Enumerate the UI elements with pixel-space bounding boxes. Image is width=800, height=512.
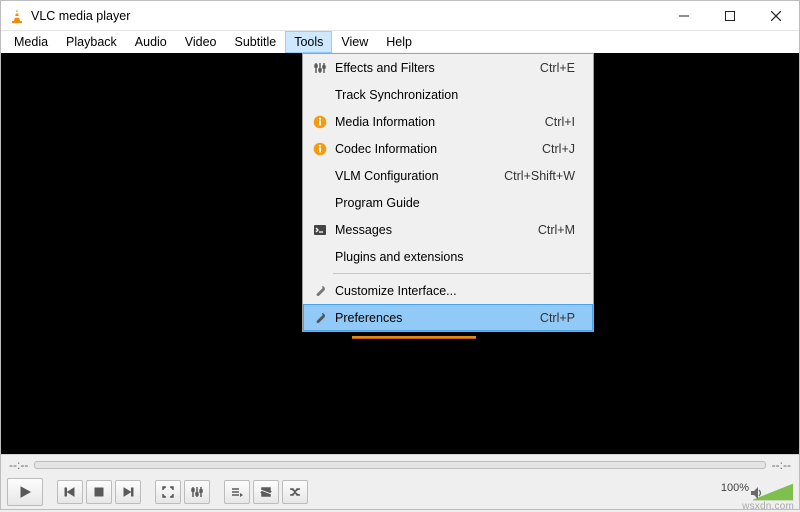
volume-slider-icon[interactable] <box>753 482 793 502</box>
menuitem-shortcut: Ctrl+I <box>545 115 575 129</box>
menu-view[interactable]: View <box>332 31 377 53</box>
time-elapsed: --:-- <box>9 458 28 472</box>
menuitem-plugins[interactable]: Plugins and extensions <box>303 243 593 270</box>
volume-percent: 100% <box>721 482 749 494</box>
menuitem-media-info[interactable]: Media Information Ctrl+I <box>303 108 593 135</box>
menu-label: Video <box>185 35 217 49</box>
menuitem-shortcut: Ctrl+Shift+W <box>504 169 575 183</box>
menuitem-shortcut: Ctrl+J <box>542 142 575 156</box>
tools-dropdown: Effects and Filters Ctrl+E Track Synchro… <box>302 53 594 332</box>
info-icon <box>309 115 331 129</box>
next-button[interactable] <box>115 480 141 504</box>
vlc-cone-icon <box>9 8 25 24</box>
menu-audio[interactable]: Audio <box>126 31 176 53</box>
menuitem-label: Messages <box>335 223 538 237</box>
menuitem-vlm-config[interactable]: VLM Configuration Ctrl+Shift+W <box>303 162 593 189</box>
menuitem-codec-info[interactable]: Codec Information Ctrl+J <box>303 135 593 162</box>
playlist-button[interactable] <box>224 480 250 504</box>
timebar: --:-- --:-- <box>1 455 799 475</box>
menuitem-preferences[interactable]: Preferences Ctrl+P <box>303 304 593 331</box>
play-button[interactable] <box>7 478 43 506</box>
menuitem-label: Preferences <box>335 311 540 325</box>
menubar: Media Playback Audio Video Subtitle Tool… <box>1 31 799 53</box>
loop-button[interactable] <box>253 480 279 504</box>
menuitem-label: Program Guide <box>335 196 575 210</box>
splash-cone-edge <box>352 336 476 341</box>
menu-label: View <box>341 35 368 49</box>
menu-help[interactable]: Help <box>377 31 421 53</box>
menu-media[interactable]: Media <box>5 31 57 53</box>
menuitem-label: Codec Information <box>335 142 542 156</box>
menuitem-label: Track Synchronization <box>335 88 575 102</box>
prev-button[interactable] <box>57 480 83 504</box>
titlebar: VLC media player <box>1 1 799 31</box>
ext-settings-button[interactable] <box>184 480 210 504</box>
menu-playback[interactable]: Playback <box>57 31 126 53</box>
info-icon <box>309 142 331 156</box>
menu-label: Subtitle <box>235 35 277 49</box>
menuitem-customize-interface[interactable]: Customize Interface... <box>303 277 593 304</box>
time-remaining: --:-- <box>772 458 791 472</box>
minimize-button[interactable] <box>661 1 707 31</box>
menu-tools[interactable]: Tools <box>285 31 332 53</box>
menu-subtitle[interactable]: Subtitle <box>226 31 286 53</box>
menuitem-track-sync[interactable]: Track Synchronization <box>303 81 593 108</box>
menu-video[interactable]: Video <box>176 31 226 53</box>
menuitem-label: Media Information <box>335 115 545 129</box>
menu-separator <box>333 273 591 274</box>
shuffle-button[interactable] <box>282 480 308 504</box>
menu-label: Playback <box>66 35 117 49</box>
menu-label: Tools <box>294 35 323 49</box>
volume-control[interactable]: 100% <box>721 482 793 502</box>
seek-slider[interactable] <box>34 461 765 469</box>
stop-button[interactable] <box>86 480 112 504</box>
menu-label: Audio <box>135 35 167 49</box>
menuitem-shortcut: Ctrl+E <box>540 61 575 75</box>
menu-label: Media <box>14 35 48 49</box>
menuitem-shortcut: Ctrl+M <box>538 223 575 237</box>
maximize-button[interactable] <box>707 1 753 31</box>
menuitem-label: VLM Configuration <box>335 169 504 183</box>
sliders-icon <box>309 61 331 75</box>
menuitem-label: Customize Interface... <box>335 284 575 298</box>
wrench-icon <box>309 284 331 298</box>
watermark: wsxdn.com <box>742 501 794 512</box>
menuitem-messages[interactable]: Messages Ctrl+M <box>303 216 593 243</box>
fullscreen-button[interactable] <box>155 480 181 504</box>
controls-row: 100% <box>1 475 799 509</box>
app-title: VLC media player <box>31 9 661 23</box>
bottom-panel: --:-- --:-- <box>1 454 799 509</box>
terminal-icon <box>309 223 331 237</box>
menuitem-program-guide[interactable]: Program Guide <box>303 189 593 216</box>
close-button[interactable] <box>753 1 799 31</box>
menuitem-effects-filters[interactable]: Effects and Filters Ctrl+E <box>303 54 593 81</box>
menuitem-shortcut: Ctrl+P <box>540 311 575 325</box>
wrench-icon <box>309 311 331 325</box>
menuitem-label: Effects and Filters <box>335 61 540 75</box>
menuitem-label: Plugins and extensions <box>335 250 575 264</box>
menu-label: Help <box>386 35 412 49</box>
